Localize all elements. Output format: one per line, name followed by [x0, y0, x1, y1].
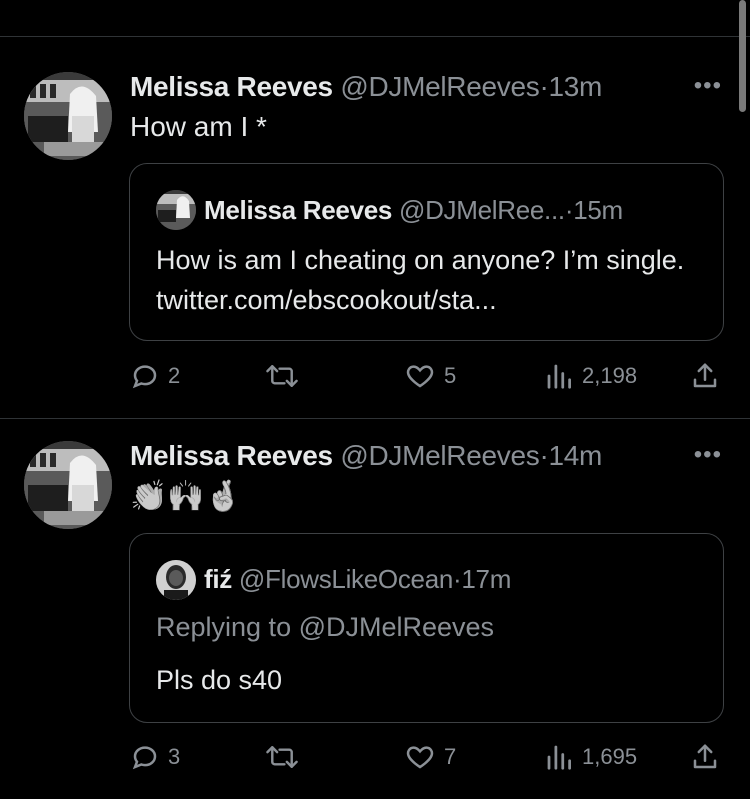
timestamp[interactable]: 14m: [548, 440, 602, 471]
view-count: 2,198: [582, 363, 638, 388]
more-options-icon[interactable]: •••: [694, 441, 722, 469]
author-name[interactable]: Melissa Reeves: [130, 71, 333, 102]
heart-icon: [406, 746, 434, 769]
top-divider: [0, 0, 750, 37]
retweet-button[interactable]: [265, 356, 307, 396]
quote-avatar: [156, 560, 196, 600]
avatar[interactable]: [24, 72, 112, 160]
views-icon: [547, 745, 571, 770]
quoted-tweet[interactable]: Melissa Reeves @DJMelRee...·15m How is a…: [129, 163, 724, 341]
views-button[interactable]: 2,198: [544, 356, 637, 396]
reply-count: 3: [168, 744, 181, 769]
quote-text: How is am I cheating on anyone? I’m sing…: [156, 245, 685, 315]
quote-author-name: fiź: [204, 564, 232, 594]
action-bar: 3 7 1,695: [0, 737, 750, 777]
quote-avatar: [156, 190, 196, 230]
retweet-icon: [266, 365, 298, 387]
view-count: 1,695: [582, 744, 638, 769]
retweet-button[interactable]: [265, 737, 307, 777]
tweet-header: Melissa Reeves @DJMelReeves·13m: [130, 70, 602, 104]
views-button[interactable]: 1,695: [544, 737, 637, 777]
like-button[interactable]: 7: [404, 737, 456, 777]
like-button[interactable]: 5: [404, 356, 456, 396]
timestamp[interactable]: 13m: [548, 71, 602, 102]
reply-icon: [132, 746, 157, 770]
heart-icon: [406, 365, 434, 388]
reply-count: 2: [168, 363, 181, 388]
tweet[interactable]: Melissa Reeves @DJMelReeves·14m ••• 👏🙌🤞 …: [0, 419, 750, 799]
quote-timestamp: 15m: [573, 195, 623, 225]
reply-icon: [132, 365, 157, 389]
tweet-text: How am I *: [130, 111, 267, 142]
like-count: 7: [444, 744, 457, 769]
quote-timestamp: 17m: [461, 564, 512, 594]
replying-to: Replying to @DJMelReeves: [156, 612, 495, 642]
author-handle[interactable]: @DJMelReeves: [340, 71, 539, 102]
tweet[interactable]: Melissa Reeves @DJMelReeves·13m ••• How …: [0, 36, 750, 419]
quote-header: fiź @FlowsLikeOcean·17m: [204, 562, 511, 596]
like-count: 5: [444, 363, 457, 388]
reply-button[interactable]: 3: [130, 737, 180, 777]
quote-author-name: Melissa Reeves: [204, 195, 393, 225]
quote-text: Pls do s40: [156, 665, 283, 695]
views-icon: [547, 364, 571, 389]
share-icon: [693, 744, 717, 769]
reply-button[interactable]: 2: [130, 356, 180, 396]
action-bar: 2 5 2,198: [0, 356, 750, 396]
more-options-icon[interactable]: •••: [694, 72, 722, 100]
author-handle[interactable]: @DJMelReeves: [340, 440, 539, 471]
quote-author-handle: @DJMelRee...: [398, 195, 565, 225]
quote-author-handle: @FlowsLikeOcean: [238, 564, 454, 594]
share-button[interactable]: [690, 356, 720, 396]
retweet-icon: [266, 746, 298, 768]
quoted-tweet[interactable]: fiź @FlowsLikeOcean·17m Replying to @DJM…: [129, 533, 724, 723]
avatar[interactable]: [24, 441, 112, 529]
quote-header: Melissa Reeves @DJMelRee...·15m: [204, 193, 623, 227]
tweet-emoji: 👏🙌🤞: [130, 480, 243, 513]
separator-dot: ·: [564, 195, 574, 225]
share-button[interactable]: [690, 737, 720, 777]
author-name[interactable]: Melissa Reeves: [130, 440, 333, 471]
tweet-header: Melissa Reeves @DJMelReeves·14m: [130, 439, 602, 473]
share-icon: [693, 363, 717, 388]
